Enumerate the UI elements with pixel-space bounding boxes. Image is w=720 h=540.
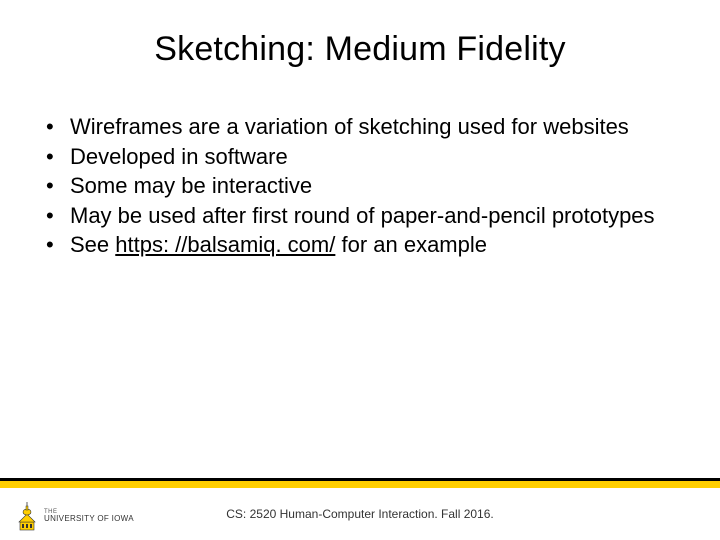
example-link[interactable]: https: //balsamiq. com/	[115, 232, 335, 257]
dome-icon	[16, 500, 38, 532]
logo-line2: UNIVERSITY OF IOWA	[44, 515, 134, 523]
bullet-item: Some may be interactive	[42, 172, 684, 200]
bullet-list: Wireframes are a variation of sketching …	[36, 113, 684, 259]
bullet-prefix: See	[70, 232, 115, 257]
slide: Sketching: Medium Fidelity Wireframes ar…	[0, 0, 720, 540]
bullet-item: Developed in software	[42, 143, 684, 171]
bullet-item: Wireframes are a variation of sketching …	[42, 113, 684, 141]
bullet-item: See https: //balsamiq. com/ for an examp…	[42, 231, 684, 259]
slide-title: Sketching: Medium Fidelity	[36, 30, 684, 69]
footer-text: CS: 2520 Human-Computer Interaction. Fal…	[226, 507, 493, 521]
logo-text: THE UNIVERSITY OF IOWA	[44, 509, 134, 523]
footer-band	[0, 478, 720, 488]
bullet-item: May be used after first round of paper-a…	[42, 202, 684, 230]
bullet-suffix: for an example	[335, 232, 487, 257]
university-logo: THE UNIVERSITY OF IOWA	[16, 500, 134, 532]
